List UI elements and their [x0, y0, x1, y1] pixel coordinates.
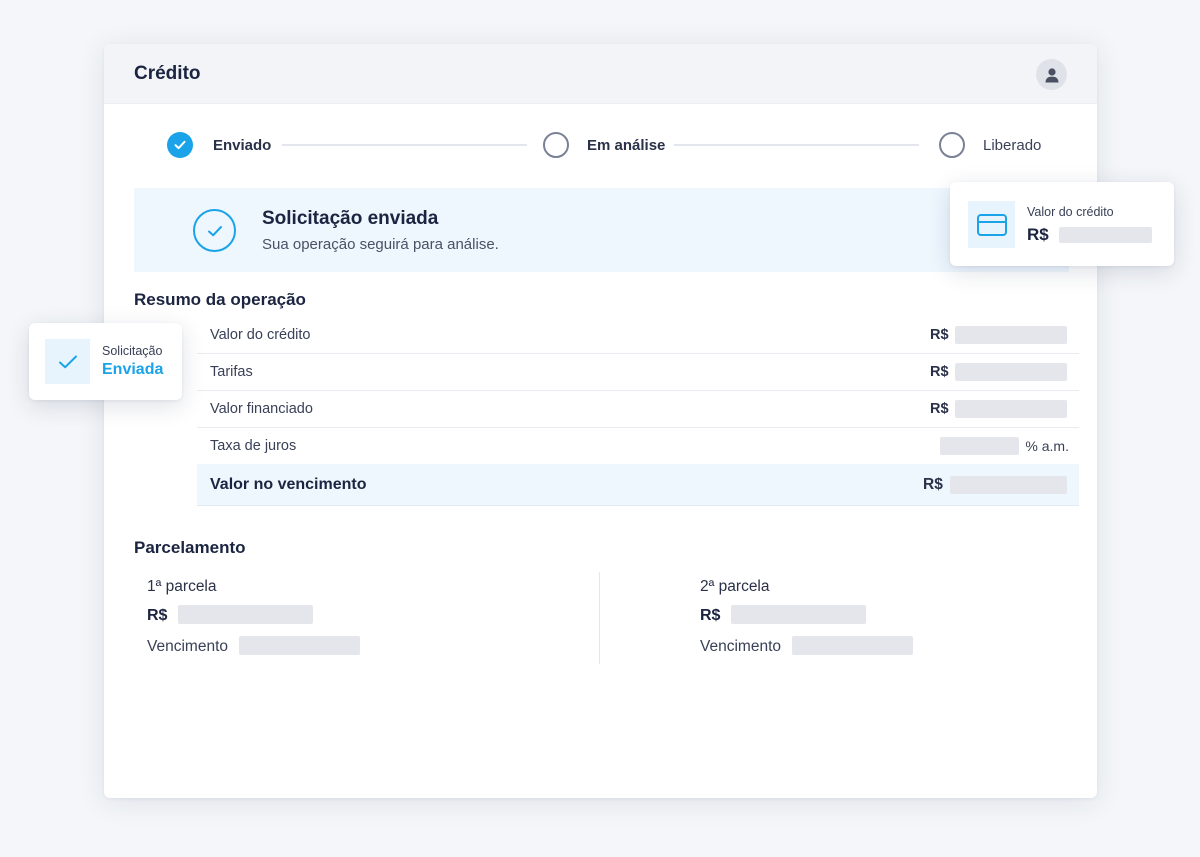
- user-icon: [1045, 67, 1058, 82]
- value-placeholder: [950, 476, 1067, 494]
- currency-symbol: R$: [930, 327, 949, 343]
- summary-row: Valor do crédito R$: [197, 317, 1079, 354]
- banner-subtitle: Sua operação seguirá para análise.: [262, 236, 499, 253]
- check-icon: [174, 140, 186, 150]
- title-bar: Crédito: [104, 44, 1097, 104]
- currency-symbol: R$: [147, 607, 168, 624]
- app-title: Crédito: [134, 63, 201, 84]
- summary-row-label: Taxa de juros: [210, 438, 297, 454]
- success-banner: Solicitação enviada Sua operação seguirá…: [134, 188, 1069, 272]
- step-connector: [674, 144, 919, 146]
- summary-row-label: Valor do crédito: [210, 327, 311, 343]
- value-placeholder: [955, 326, 1067, 344]
- summary-total-row: Valor no vencimento R$: [197, 464, 1079, 506]
- status-value: Enviada: [102, 361, 164, 378]
- currency-symbol: R$: [1027, 225, 1049, 244]
- installment-1: 1ª parcela R$ Vencimento: [147, 578, 407, 668]
- credit-window: Crédito Enviado Em análise Liberado Soli…: [104, 44, 1097, 798]
- due-date-label: Vencimento: [147, 638, 228, 655]
- status-card: Solicitação Enviada: [29, 323, 182, 400]
- installment-title: 1ª parcela: [147, 578, 217, 595]
- due-date-label: Vencimento: [700, 638, 781, 655]
- check-circle-icon: [193, 209, 236, 252]
- value-placeholder: [178, 605, 313, 624]
- credit-card-label: Valor do crédito: [1027, 205, 1114, 219]
- step-label-em-analise: Em análise: [587, 137, 666, 154]
- value-placeholder: [1059, 227, 1152, 243]
- status-label: Solicitação: [102, 344, 163, 358]
- credit-card-icon: [968, 201, 1015, 248]
- currency-symbol: R$: [700, 607, 721, 624]
- summary-total-label: Valor no vencimento: [210, 476, 367, 493]
- step-done-icon: [167, 132, 193, 158]
- summary-row: Valor financiado R$: [197, 391, 1079, 428]
- summary-row-label: Valor financiado: [210, 401, 313, 417]
- due-date-placeholder: [792, 636, 913, 655]
- value-placeholder: [731, 605, 866, 624]
- step-connector: [282, 144, 527, 146]
- installments-title: Parcelamento: [134, 538, 246, 557]
- banner-title: Solicitação enviada: [262, 208, 439, 229]
- currency-symbol: R$: [930, 364, 949, 380]
- value-placeholder: [940, 437, 1019, 455]
- step-label-enviado: Enviado: [213, 137, 272, 154]
- summary-row: Tarifas R$: [197, 354, 1079, 391]
- currency-symbol: R$: [923, 476, 943, 493]
- check-icon: [45, 339, 90, 384]
- installment-title: 2ª parcela: [700, 578, 770, 595]
- step-label-liberado: Liberado: [983, 137, 1042, 154]
- credit-value-card: Valor do crédito R$: [950, 182, 1174, 266]
- avatar[interactable]: [1036, 59, 1067, 90]
- currency-symbol: R$: [930, 401, 949, 417]
- value-placeholder: [955, 400, 1067, 418]
- step-pending-icon: [939, 132, 965, 158]
- summary-title: Resumo da operação: [134, 290, 306, 309]
- summary-row: Taxa de juros % a.m.: [197, 428, 1079, 465]
- step-pending-icon: [543, 132, 569, 158]
- value-placeholder: [955, 363, 1067, 381]
- interest-unit: % a.m.: [1025, 438, 1069, 454]
- installments-divider: [599, 572, 600, 664]
- due-date-placeholder: [239, 636, 360, 655]
- summary-row-label: Tarifas: [210, 364, 253, 380]
- installment-2: 2ª parcela R$ Vencimento: [700, 578, 960, 668]
